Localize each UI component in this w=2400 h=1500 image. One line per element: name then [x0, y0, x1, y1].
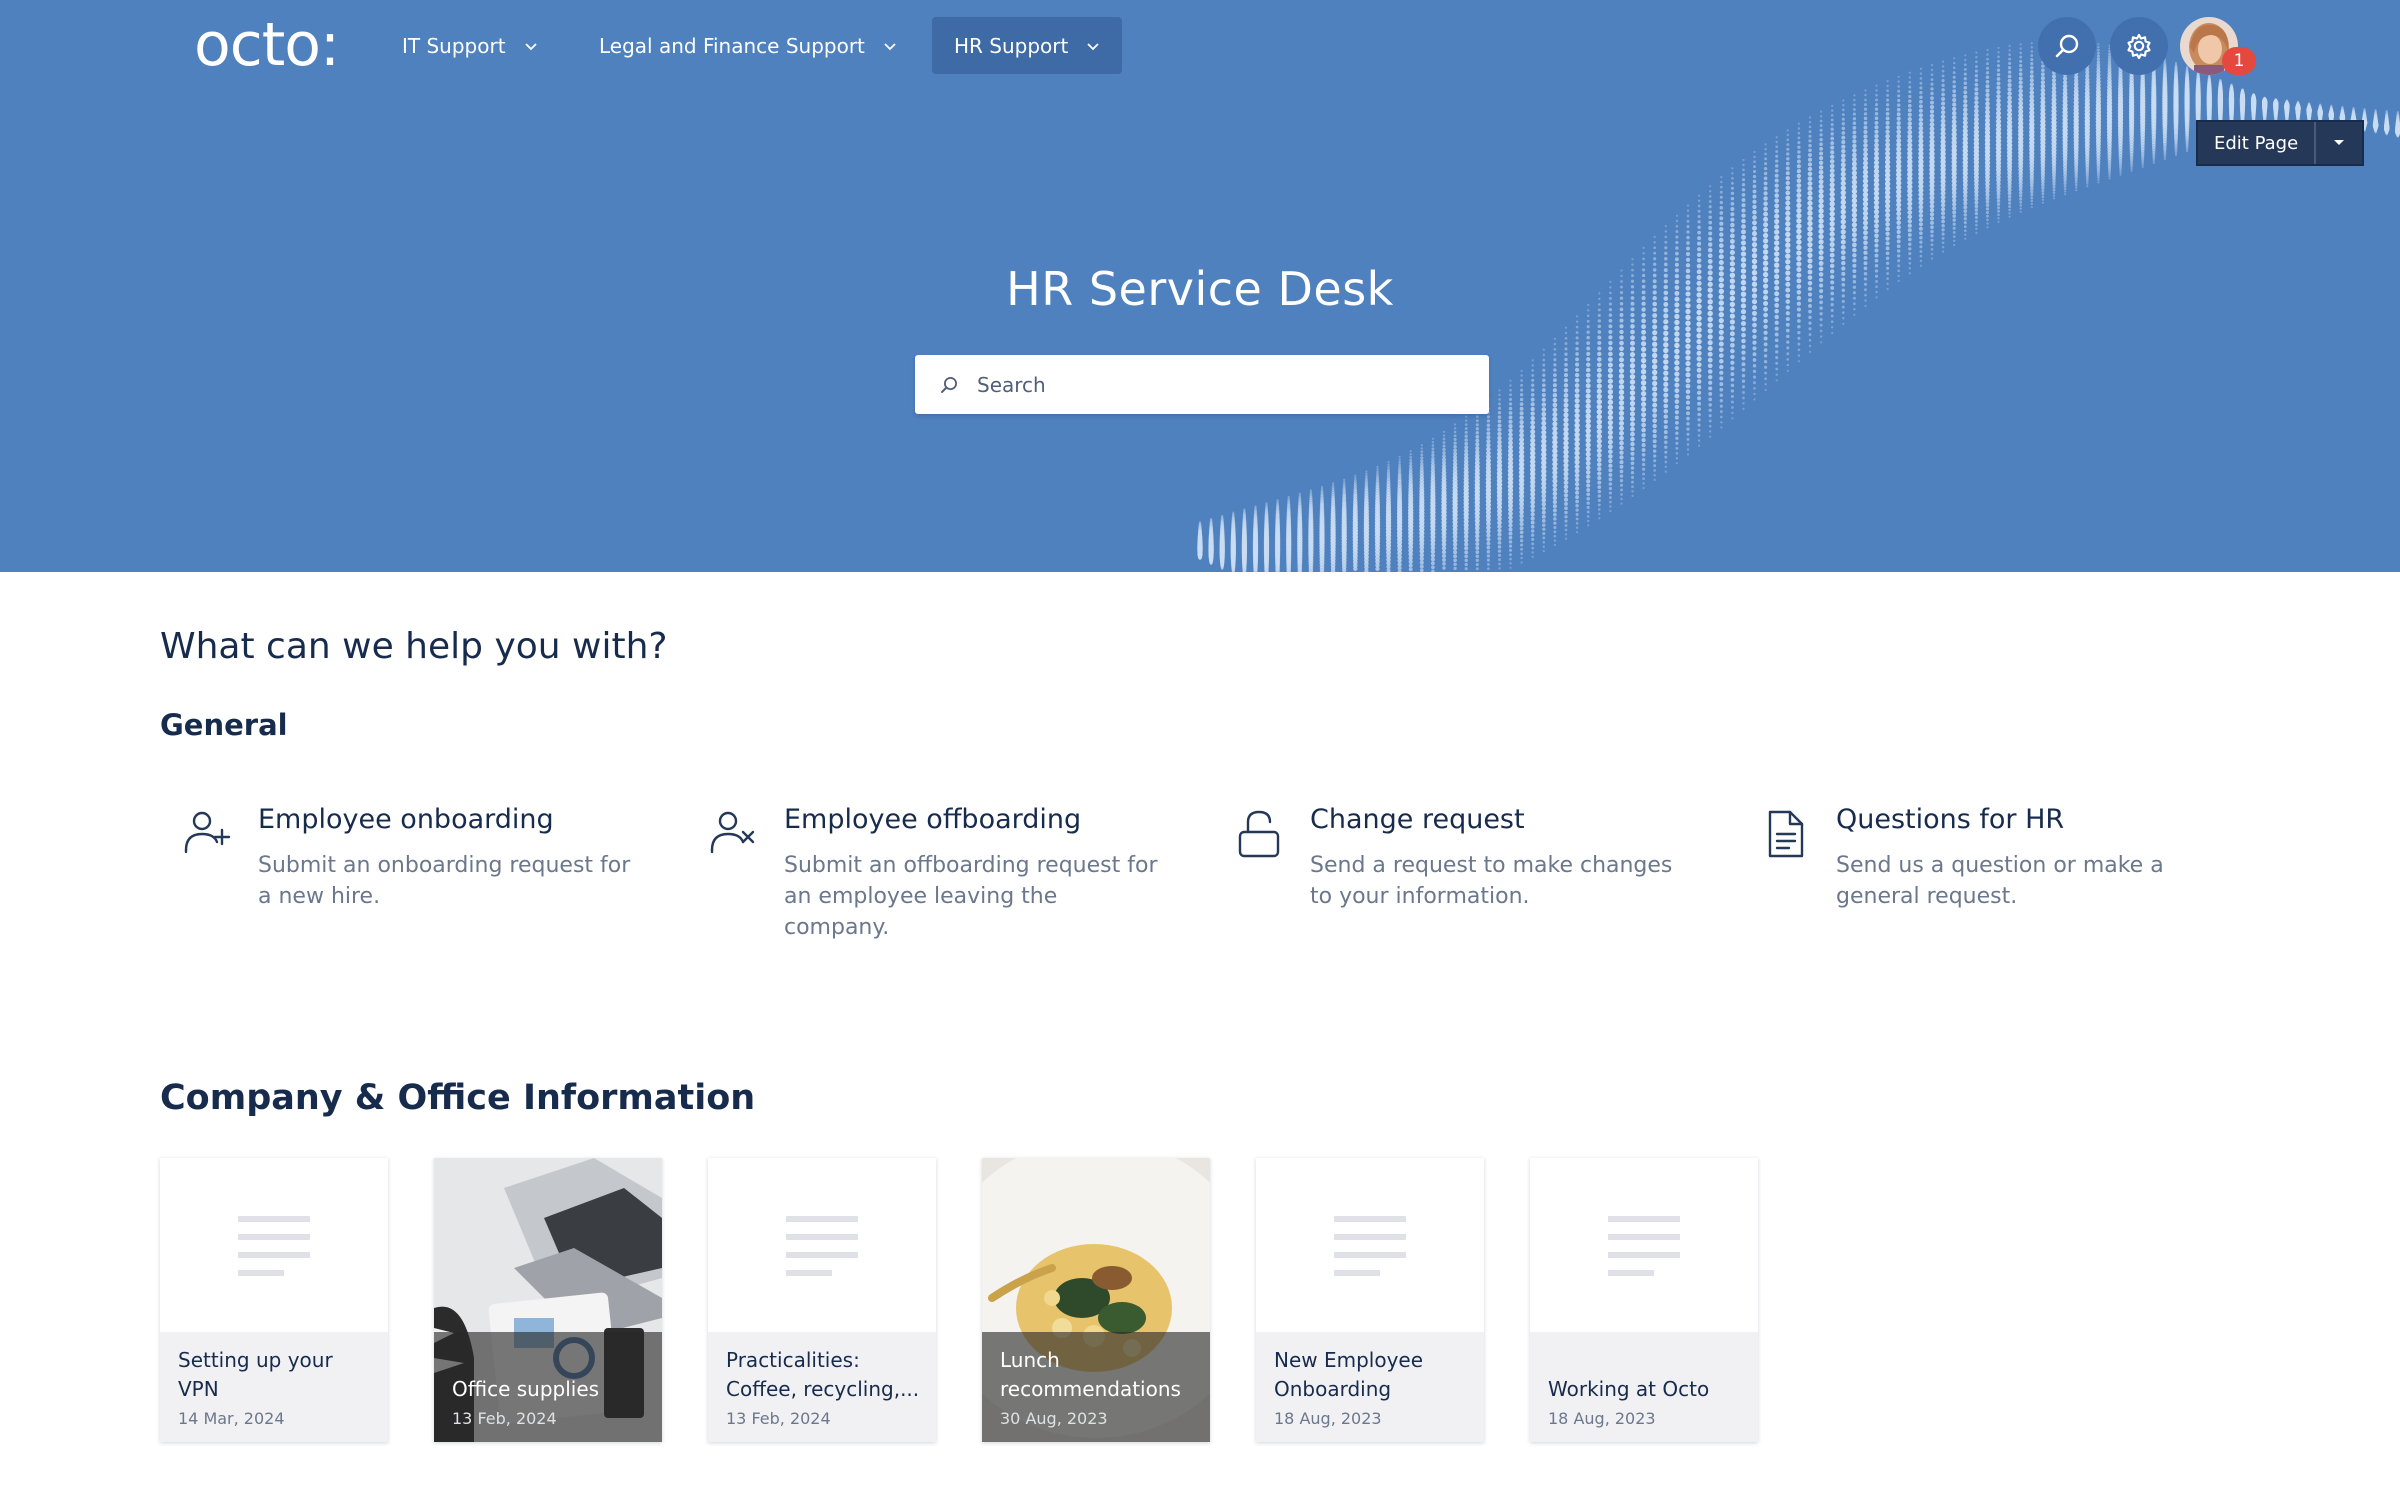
article-placeholder-thumbnail — [160, 1158, 388, 1334]
article-date: 18 Aug, 2023 — [1274, 1409, 1382, 1428]
article-card-practicalities[interactable]: Practicalities: Coffee, recycling,... 13… — [708, 1158, 936, 1442]
company-info-heading: Company & Office Information — [160, 1078, 756, 1118]
article-title: Setting up your VPN — [178, 1348, 333, 1401]
article-info: Practicalities: Coffee, recycling,... 13… — [708, 1332, 936, 1442]
article-date: 30 Aug, 2023 — [1000, 1409, 1108, 1428]
search-field[interactable] — [915, 355, 1489, 414]
edit-page-button[interactable]: Edit Page — [2198, 122, 2317, 164]
article-info: Office supplies 13 Feb, 2024 — [434, 1158, 662, 1442]
article-card-new-employee-onboarding[interactable]: New Employee Onboarding 18 Aug, 2023 — [1256, 1158, 1484, 1442]
article-date: 13 Feb, 2024 — [726, 1409, 831, 1428]
article-info: New Employee Onboarding 18 Aug, 2023 — [1256, 1332, 1484, 1442]
article-title: Lunch recommendations — [1000, 1348, 1181, 1401]
nav-legal-finance-support[interactable]: Legal and Finance Support — [577, 17, 919, 74]
edit-page-group: Edit Page — [2196, 120, 2365, 166]
text-lines-icon — [238, 1216, 310, 1276]
nav-legal-finance-label: Legal and Finance Support — [599, 33, 865, 58]
gear-icon — [2127, 33, 2151, 60]
request-description: Send us a question or make a general req… — [1836, 853, 2164, 909]
notification-badge: 1 — [2222, 47, 2256, 75]
caret-down-icon — [2334, 140, 2345, 145]
unlock-icon — [1238, 810, 1280, 858]
article-info: Lunch recommendations 30 Aug, 2023 — [982, 1158, 1210, 1442]
article-title: Office supplies — [452, 1377, 600, 1401]
article-placeholder-thumbnail — [1256, 1158, 1484, 1334]
nav-it-support-label: IT Support — [402, 33, 506, 58]
person-remove-icon — [710, 811, 755, 854]
article-card-vpn[interactable]: Setting up your VPN 14 Mar, 2024 — [160, 1158, 388, 1442]
article-date: 14 Mar, 2024 — [178, 1409, 285, 1428]
text-lines-icon — [786, 1216, 858, 1276]
article-date: 13 Feb, 2024 — [452, 1409, 557, 1428]
nav-hr-support[interactable]: HR Support — [932, 17, 1123, 74]
article-info: Setting up your VPN 14 Mar, 2024 — [160, 1332, 388, 1442]
request-title: Change request — [1310, 804, 1525, 835]
top-navigation: octo: IT Support Legal and Finance Suppo… — [0, 0, 2400, 96]
article-placeholder-thumbnail — [708, 1158, 936, 1334]
chevron-down-icon — [1087, 42, 1099, 50]
article-card-office-supplies[interactable]: Office supplies 13 Feb, 2024 — [434, 1158, 662, 1442]
person-add-icon — [184, 811, 231, 854]
request-description: Send a request to make changes to your i… — [1310, 853, 1673, 909]
octo-logo[interactable]: octo: — [194, 10, 340, 80]
chevron-down-icon — [524, 42, 537, 50]
article-date: 18 Aug, 2023 — [1548, 1409, 1656, 1428]
request-description: Submit an onboarding request for a new h… — [258, 853, 631, 909]
settings-button[interactable] — [2110, 17, 2168, 75]
hero-banner: octo: IT Support Legal and Finance Suppo… — [0, 0, 2400, 572]
page-title: HR Service Desk — [1006, 262, 1394, 316]
article-title: New Employee Onboarding — [1274, 1348, 1424, 1401]
text-lines-icon — [1334, 1216, 1406, 1276]
article-card-working-at-octo[interactable]: Working at Octo 18 Aug, 2023 — [1530, 1158, 1758, 1442]
request-title: Employee offboarding — [784, 804, 1082, 835]
request-title: Employee onboarding — [258, 804, 554, 835]
search-button[interactable] — [2038, 17, 2096, 75]
group-heading-general: General — [160, 708, 288, 742]
nav-it-support[interactable]: IT Support — [380, 17, 560, 74]
search-icon — [941, 376, 957, 393]
article-info: Working at Octo 18 Aug, 2023 — [1530, 1332, 1758, 1442]
help-heading: What can we help you with? — [160, 626, 668, 667]
request-title: Questions for HR — [1836, 804, 2065, 835]
chevron-down-icon — [884, 42, 896, 50]
article-placeholder-thumbnail — [1530, 1158, 1758, 1334]
article-title: Practicalities: Coffee, recycling,... — [726, 1348, 920, 1401]
nav-hr-support-label: HR Support — [954, 33, 1069, 58]
article-title: Working at Octo — [1548, 1377, 1710, 1401]
article-card-lunch-recommendations[interactable]: Lunch recommendations 30 Aug, 2023 — [982, 1158, 1210, 1442]
request-description: Submit an offboarding request for an emp… — [784, 853, 1158, 940]
search-input[interactable] — [977, 372, 1457, 397]
search-icon — [2055, 34, 2079, 58]
edit-page-dropdown[interactable] — [2316, 122, 2362, 164]
text-lines-icon — [1608, 1216, 1680, 1276]
document-icon — [1768, 810, 1804, 858]
